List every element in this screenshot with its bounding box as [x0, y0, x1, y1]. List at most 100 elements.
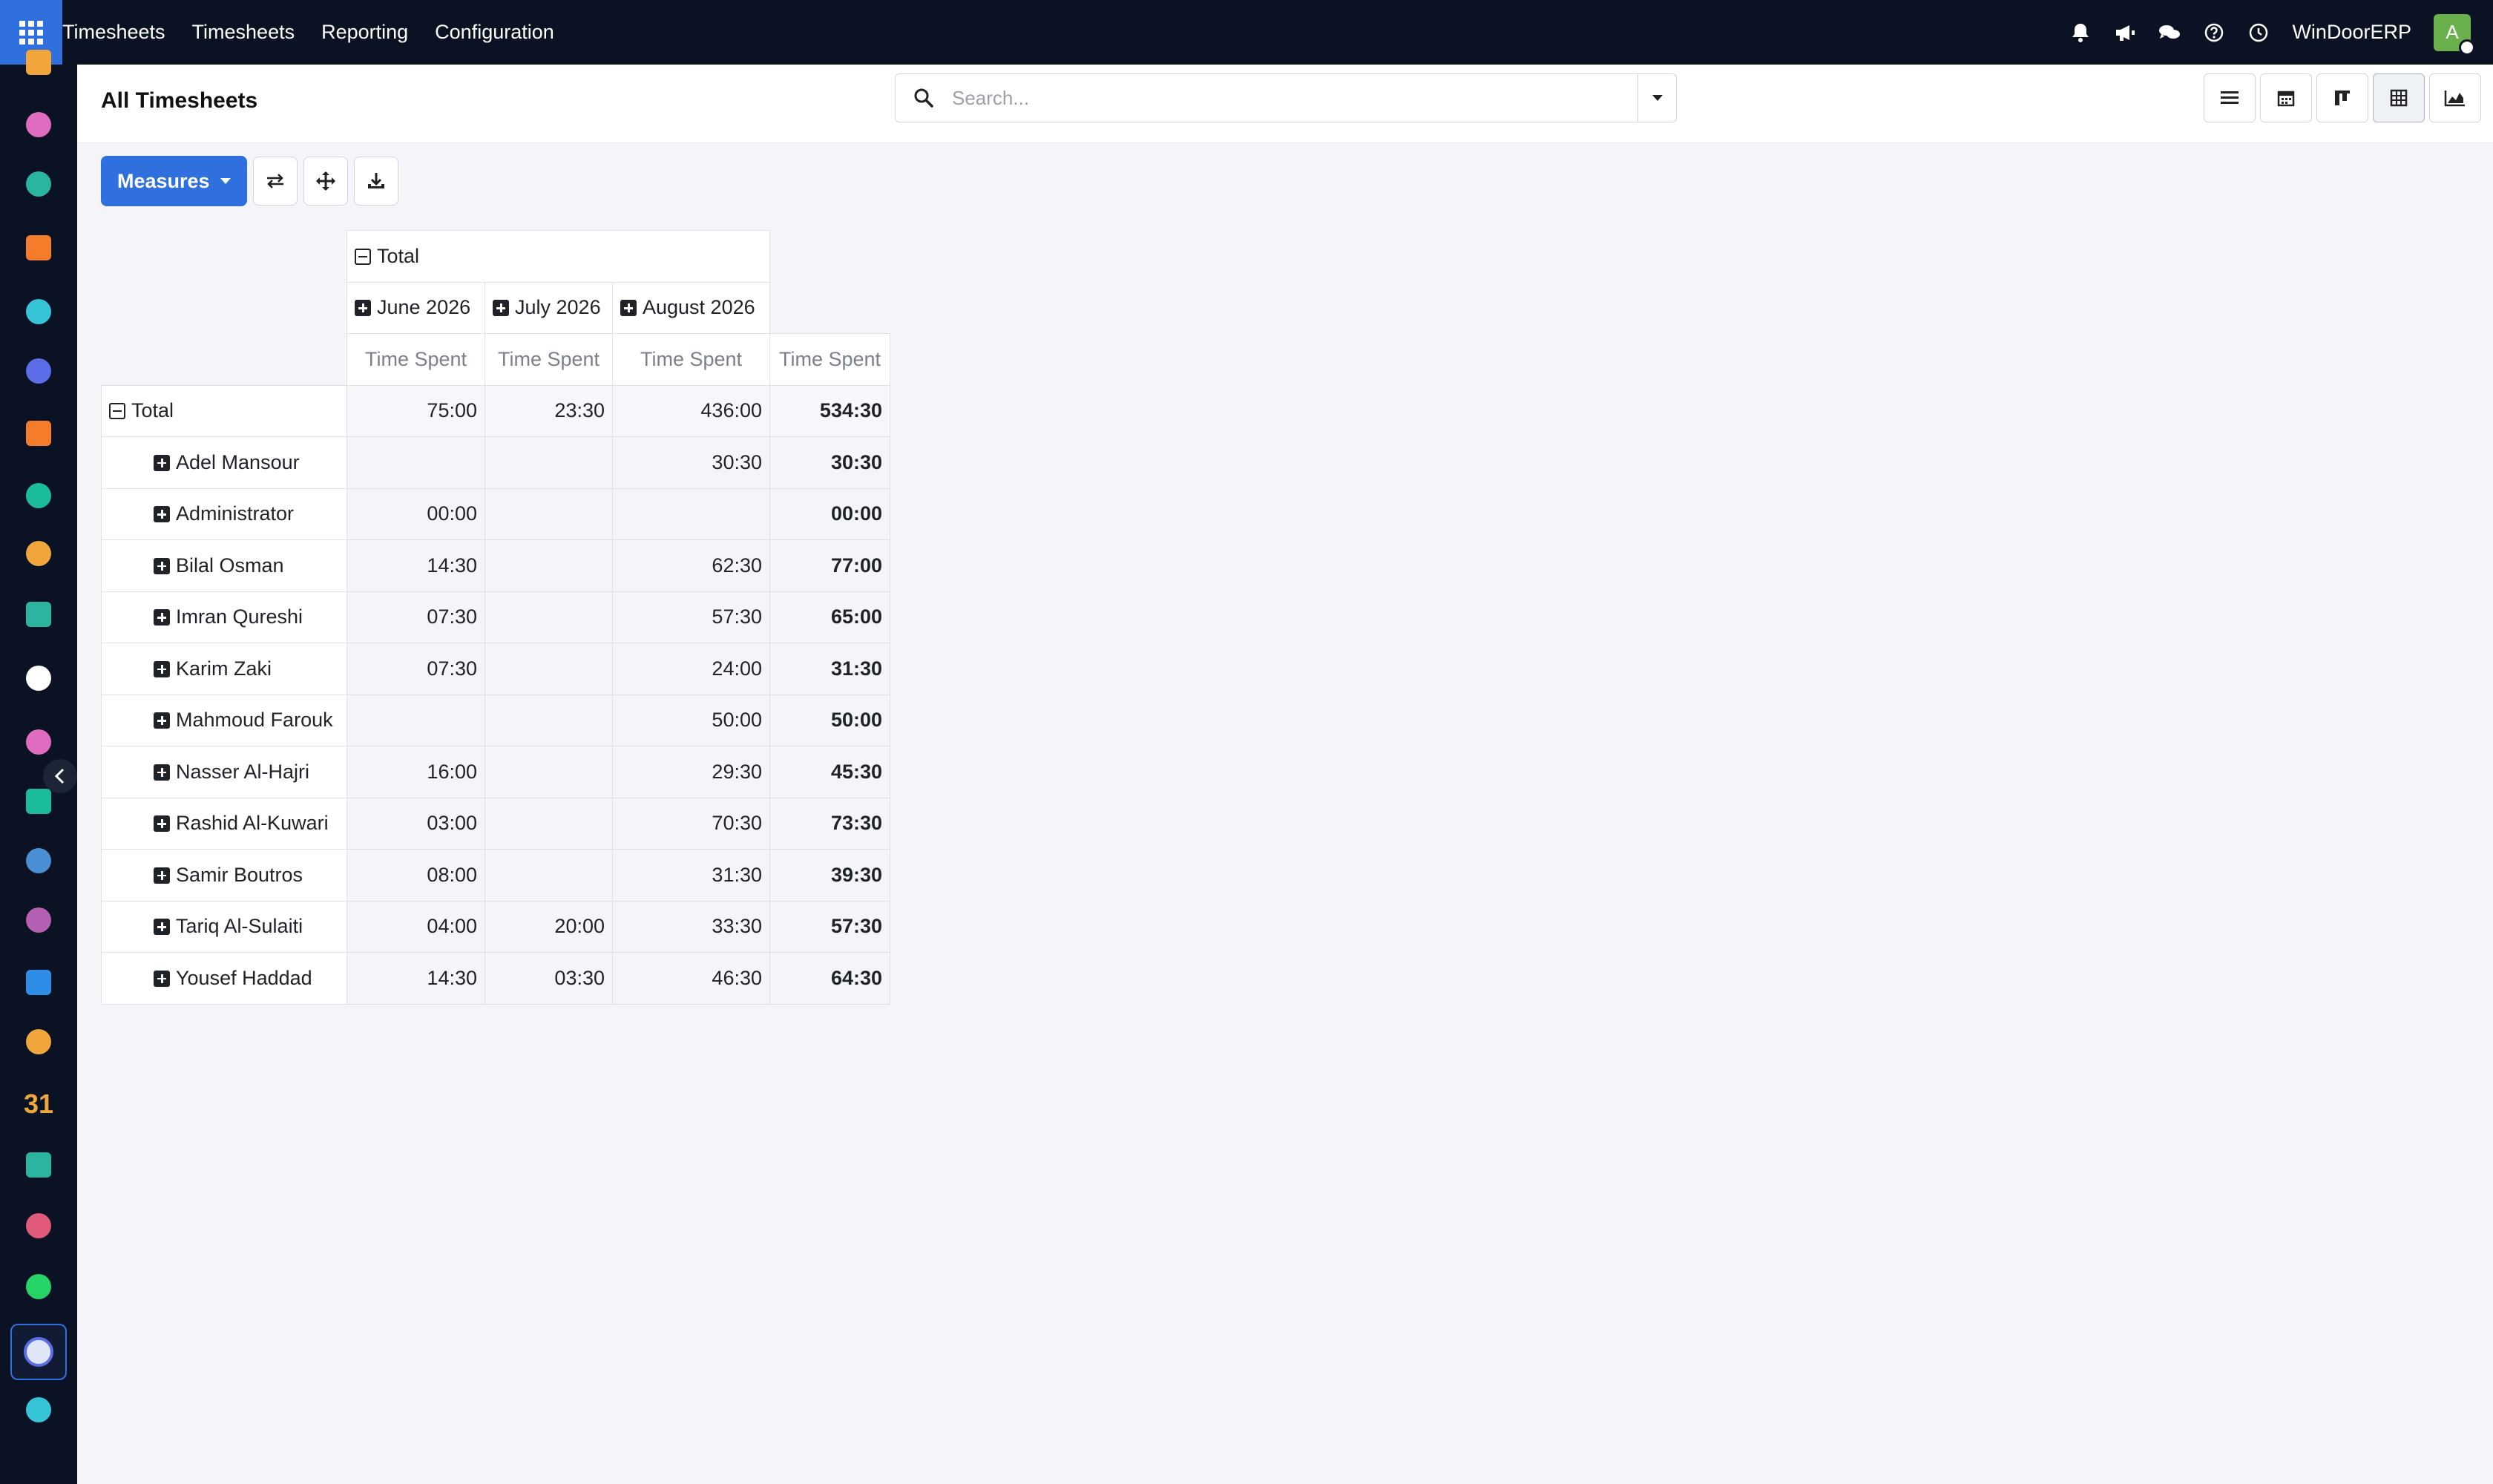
expand-all-button[interactable]	[303, 157, 348, 206]
pivot-cell-total[interactable]: 50:00	[769, 694, 890, 746]
dashboard-app-icon[interactable]	[24, 47, 53, 77]
discuss-app-icon[interactable]	[24, 233, 53, 263]
row-header[interactable]: Administrator	[101, 487, 347, 540]
list-view-button[interactable]	[2204, 73, 2256, 122]
timesheets-app-icon[interactable]	[10, 1324, 67, 1380]
flip-axis-button[interactable]	[252, 157, 298, 206]
pivot-cell[interactable]: 46:30	[612, 952, 770, 1005]
reporting-app-icon[interactable]	[24, 539, 53, 568]
row-header[interactable]: Imran Qureshi	[101, 591, 347, 643]
pivot-cell[interactable]: 07:30	[346, 591, 485, 643]
pivot-cell[interactable]: 33:30	[612, 900, 770, 953]
email-marketing-app-icon[interactable]	[24, 481, 53, 510]
bell-icon[interactable]	[2069, 22, 2092, 44]
pivot-cell[interactable]: 29:30	[612, 746, 770, 798]
pivot-cell[interactable]: 70:30	[612, 797, 770, 850]
pivot-cell-total[interactable]: 57:30	[769, 900, 890, 953]
pivot-cell[interactable]: 23:30	[485, 384, 613, 437]
app-brand-link[interactable]: Timesheets	[62, 0, 179, 65]
pivot-cell[interactable]: 30:30	[612, 436, 770, 489]
pivot-cell[interactable]: 03:30	[485, 952, 613, 1005]
pivot-cell[interactable]: 16:00	[346, 746, 485, 798]
sidebar-collapse-button[interactable]	[43, 759, 77, 793]
pivot-cell[interactable]	[346, 436, 485, 489]
pivot-cell[interactable]: 31:30	[612, 849, 770, 902]
col-header-month[interactable]: August 2026	[612, 281, 770, 334]
apps-app-icon[interactable]	[24, 1211, 53, 1241]
pivot-cell[interactable]	[612, 487, 770, 540]
contacts-app-icon[interactable]	[24, 169, 53, 199]
pivot-cell[interactable]	[346, 694, 485, 746]
pivot-cell[interactable]: 08:00	[346, 849, 485, 902]
pivot-cell-total[interactable]: 45:30	[769, 746, 890, 798]
pivot-cell[interactable]	[485, 643, 613, 695]
row-header[interactable]: Samir Boutros	[101, 849, 347, 902]
pivot-cell[interactable]: 14:30	[346, 952, 485, 1005]
pivot-cell[interactable]: 03:00	[346, 797, 485, 850]
row-header[interactable]: Adel Mansour	[101, 436, 347, 489]
user-avatar[interactable]: A	[2434, 13, 2475, 56]
pivot-cell[interactable]	[485, 539, 613, 592]
pivot-cell[interactable]: 04:00	[346, 900, 485, 953]
helpdesk-app-icon[interactable]	[24, 297, 53, 326]
pivot-cell[interactable]	[485, 746, 613, 798]
measure-header[interactable]: Time Spent	[346, 333, 485, 386]
pivot-cell[interactable]: 14:30	[346, 539, 485, 592]
row-header[interactable]: Yousef Haddad	[101, 952, 347, 1005]
pivot-cell-total[interactable]: 39:30	[769, 849, 890, 902]
sign-app-icon[interactable]	[24, 1150, 53, 1180]
measure-header[interactable]: Time Spent	[485, 333, 613, 386]
pivot-cell[interactable]	[485, 849, 613, 902]
whatsapp-app-icon[interactable]	[24, 1272, 53, 1301]
help-icon[interactable]	[2203, 22, 2225, 44]
pivot-cell-total[interactable]: 73:30	[769, 797, 890, 850]
pivot-cell[interactable]: 24:00	[612, 643, 770, 695]
measure-header[interactable]: Time Spent	[769, 333, 890, 386]
row-header[interactable]: Rashid Al-Kuwari	[101, 797, 347, 850]
row-header[interactable]: Mahmoud Farouk	[101, 694, 347, 746]
pivot-cell[interactable]: 50:00	[612, 694, 770, 746]
row-header[interactable]: Bilal Osman	[101, 539, 347, 592]
col-header-month[interactable]: June 2026	[346, 281, 485, 334]
pivot-cell[interactable]	[485, 694, 613, 746]
row-header[interactable]: Tariq Al-Sulaiti	[101, 900, 347, 953]
measure-header[interactable]: Time Spent	[612, 333, 770, 386]
pivot-cell[interactable]: 20:00	[485, 900, 613, 953]
menu-configuration[interactable]: Configuration	[421, 0, 568, 65]
pivot-cell-total[interactable]: 00:00	[769, 487, 890, 540]
pivot-cell[interactable]	[485, 797, 613, 850]
chat-icon[interactable]	[2158, 22, 2181, 44]
pivot-cell[interactable]	[485, 591, 613, 643]
pivot-cell[interactable]: 00:00	[346, 487, 485, 540]
col-header-month[interactable]: July 2026	[485, 281, 613, 334]
calendar-app-icon[interactable]	[24, 110, 53, 139]
row-header-total[interactable]: Total	[101, 384, 347, 437]
download-button[interactable]	[353, 157, 398, 206]
pivot-cell[interactable]	[485, 436, 613, 489]
purchase-app-icon[interactable]	[24, 905, 53, 935]
measures-button[interactable]: Measures	[101, 156, 247, 206]
menu-timesheets[interactable]: Timesheets	[179, 0, 309, 65]
invoicing-app-icon[interactable]	[24, 968, 53, 997]
team-app-icon[interactable]	[24, 1027, 53, 1057]
knowledge-app-icon[interactable]	[24, 846, 53, 876]
col-header-total[interactable]: Total	[346, 230, 770, 283]
megaphone-icon[interactable]	[2114, 22, 2136, 44]
calendar-view-button[interactable]	[2260, 73, 2312, 122]
pivot-cell-total[interactable]: 64:30	[769, 952, 890, 1005]
pivot-cell-total[interactable]: 65:00	[769, 591, 890, 643]
sales-app-icon[interactable]	[24, 727, 53, 757]
pivot-cell[interactable]: 07:30	[346, 643, 485, 695]
menu-reporting[interactable]: Reporting	[308, 0, 421, 65]
search-options-toggle[interactable]	[1638, 74, 1676, 122]
pivot-cell-total[interactable]: 30:30	[769, 436, 890, 489]
calendar-31-app-icon[interactable]: 31	[24, 1089, 53, 1119]
employees-app-icon[interactable]	[24, 600, 53, 629]
inventory-app-icon[interactable]	[24, 663, 53, 693]
pivot-cell[interactable]: 436:00	[612, 384, 770, 437]
mail-app-icon[interactable]	[24, 356, 53, 386]
pivot-cell-total[interactable]: 77:00	[769, 539, 890, 592]
company-name[interactable]: WinDoorERP	[2292, 21, 2411, 44]
row-header[interactable]: Karim Zaki	[101, 643, 347, 695]
row-header[interactable]: Nasser Al-Hajri	[101, 746, 347, 798]
